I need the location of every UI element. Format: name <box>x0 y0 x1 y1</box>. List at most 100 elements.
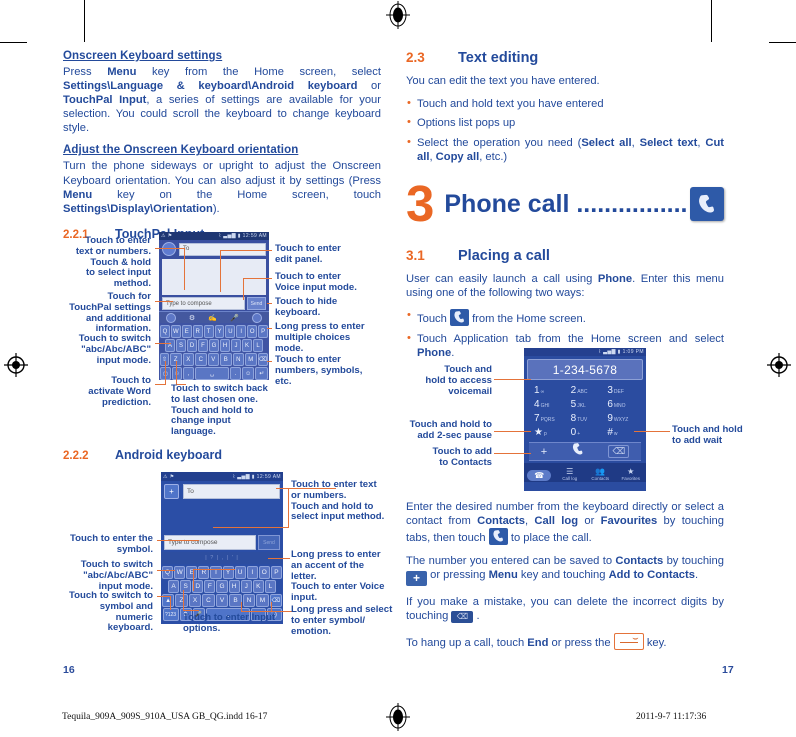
key-i[interactable]: I <box>236 325 247 338</box>
callout-add-to-contacts: Touch to add to Contacts <box>432 446 492 468</box>
backspace-icon[interactable]: ⌫ <box>608 445 630 458</box>
dial-key-0[interactable]: 0 + <box>567 427 604 438</box>
compose-input[interactable]: Type to compose <box>162 297 245 310</box>
key-c[interactable]: C <box>202 594 215 607</box>
dialer-tab-favorites[interactable]: ★ Favorites <box>616 467 647 481</box>
number-display[interactable]: 1-234-5678 <box>527 359 643 380</box>
key-i[interactable]: I <box>246 566 258 579</box>
dial-key-digit: 0 <box>570 427 577 438</box>
key-b[interactable]: B <box>229 594 242 607</box>
dial-key-4[interactable]: 4 GHI <box>530 399 567 410</box>
key-w[interactable]: W <box>170 325 181 338</box>
dial-key-2[interactable]: 2 ABC <box>567 385 604 396</box>
key-o[interactable]: O <box>258 566 270 579</box>
key-h[interactable]: H <box>220 339 230 352</box>
leader-line <box>183 610 199 611</box>
key-h[interactable]: H <box>228 580 240 593</box>
key-c[interactable]: C <box>195 353 207 366</box>
key-q[interactable]: Q <box>159 325 170 338</box>
key-r[interactable]: R <box>192 325 203 338</box>
dial-key-3[interactable]: 3 DEF <box>603 385 640 396</box>
key-k[interactable]: K <box>252 580 264 593</box>
key-e[interactable]: E <box>181 325 192 338</box>
key-e[interactable]: E <box>186 566 198 579</box>
key-y[interactable]: Y <box>222 566 234 579</box>
edit-panel-icon[interactable]: ✍ <box>208 314 217 322</box>
suggestion-strip[interactable]: | ? | , | ' | <box>161 552 283 564</box>
key-x[interactable]: X <box>182 353 195 366</box>
voice-input-icon[interactable]: 🎤 <box>230 314 239 322</box>
hide-keyboard-icon[interactable] <box>252 312 263 323</box>
backspace-key[interactable]: ⌫ <box>257 353 268 366</box>
dial-key-#[interactable]: # w <box>603 427 640 438</box>
key-f[interactable]: F <box>198 339 208 352</box>
key-j[interactable]: J <box>231 339 241 352</box>
key-u[interactable]: U <box>225 325 236 338</box>
send-button[interactable]: Send <box>258 535 280 550</box>
key-v[interactable]: V <box>207 353 220 366</box>
key-k[interactable]: K <box>242 339 252 352</box>
space-key[interactable]: ␣ <box>194 367 230 380</box>
leader-line <box>155 301 173 302</box>
dial-key-7[interactable]: 7 PQRS <box>530 413 567 424</box>
dial-key-6[interactable]: 6 MNO <box>603 399 640 410</box>
dial-key-1[interactable]: 1 ∞ <box>530 385 567 396</box>
right-page-column: 2.3 Text editing You can edit the text y… <box>406 50 724 368</box>
key-d[interactable]: D <box>187 339 197 352</box>
dialer-tab-dialer[interactable]: ☎ <box>524 470 555 481</box>
dialer-figure: ⌇ ▃▅▇ ▮ 1:09 PM 1-234-5678 1 ∞ 2 ABC 3 DEF 4 GH… <box>410 348 750 493</box>
send-button[interactable]: Send <box>247 297 266 310</box>
key-s[interactable]: S <box>176 339 186 352</box>
dial-key-9[interactable]: 9 WXYZ <box>603 413 640 424</box>
callout-switch-input-mode: Touch to switch "abc/Abc/ABC" input mode… <box>78 333 151 366</box>
key-b[interactable]: B <box>220 353 232 366</box>
key-m[interactable]: M <box>256 594 269 607</box>
key-u[interactable]: U <box>234 566 246 579</box>
to-input[interactable]: To <box>179 242 266 256</box>
key-l[interactable]: L <box>253 339 263 352</box>
cw-bold: Word <box>126 385 151 397</box>
add-contact-icon[interactable] <box>162 242 176 256</box>
key-g[interactable]: G <box>209 339 219 352</box>
period-key[interactable]: . <box>230 367 241 380</box>
add-to-contacts-button[interactable]: + <box>541 446 547 458</box>
key-p[interactable]: P <box>270 566 282 579</box>
key-s[interactable]: S <box>180 580 192 593</box>
callout-touchpal-settings: Touch for TouchPal settings and addition… <box>69 291 151 335</box>
key-j[interactable]: J <box>240 580 252 593</box>
key-y[interactable]: Y <box>214 325 225 338</box>
dial-key-★[interactable]: ★ p <box>530 427 567 438</box>
touchpal-settings-icon[interactable] <box>165 312 176 323</box>
key-x[interactable]: X <box>188 594 202 607</box>
key-p[interactable]: P <box>258 325 269 338</box>
key-n[interactable]: N <box>242 594 256 607</box>
key-t[interactable]: T <box>203 325 214 338</box>
callout-add-wait: Touch and hold to add wait <box>672 424 743 446</box>
enter-key[interactable]: ↵ <box>255 367 268 380</box>
key-t[interactable]: T <box>210 566 222 579</box>
call-icon[interactable] <box>571 442 585 461</box>
key-n[interactable]: N <box>232 353 245 366</box>
to-input[interactable]: To <box>183 484 280 499</box>
key-o[interactable]: O <box>247 325 258 338</box>
dialer-tab-contacts[interactable]: 👥 Contacts <box>585 467 616 481</box>
add-contact-icon[interactable]: + <box>164 484 179 499</box>
key-a[interactable]: A <box>165 339 175 352</box>
key-a[interactable]: A <box>168 580 180 593</box>
key-z[interactable]: Z <box>175 594 188 607</box>
key-m[interactable]: M <box>245 353 257 366</box>
key-r[interactable]: R <box>198 566 210 579</box>
key-w[interactable]: W <box>174 566 186 579</box>
key-l[interactable]: L <box>264 580 276 593</box>
key-g[interactable]: G <box>216 580 228 593</box>
key-v[interactable]: V <box>215 594 229 607</box>
dial-key-8[interactable]: 8 TUV <box>567 413 604 424</box>
key-f[interactable]: F <box>204 580 216 593</box>
key-q[interactable]: Q <box>162 566 174 579</box>
dial-key-5[interactable]: 5 JKL <box>567 399 604 410</box>
gear-icon[interactable]: ⚙ <box>189 314 195 322</box>
dialer-tab-call-log[interactable]: ☰ Call log <box>555 467 586 481</box>
comma-key[interactable]: , <box>183 367 194 380</box>
symbols-key[interactable]: ☺ <box>241 367 255 380</box>
compose-input[interactable]: Type to compose <box>164 535 256 550</box>
